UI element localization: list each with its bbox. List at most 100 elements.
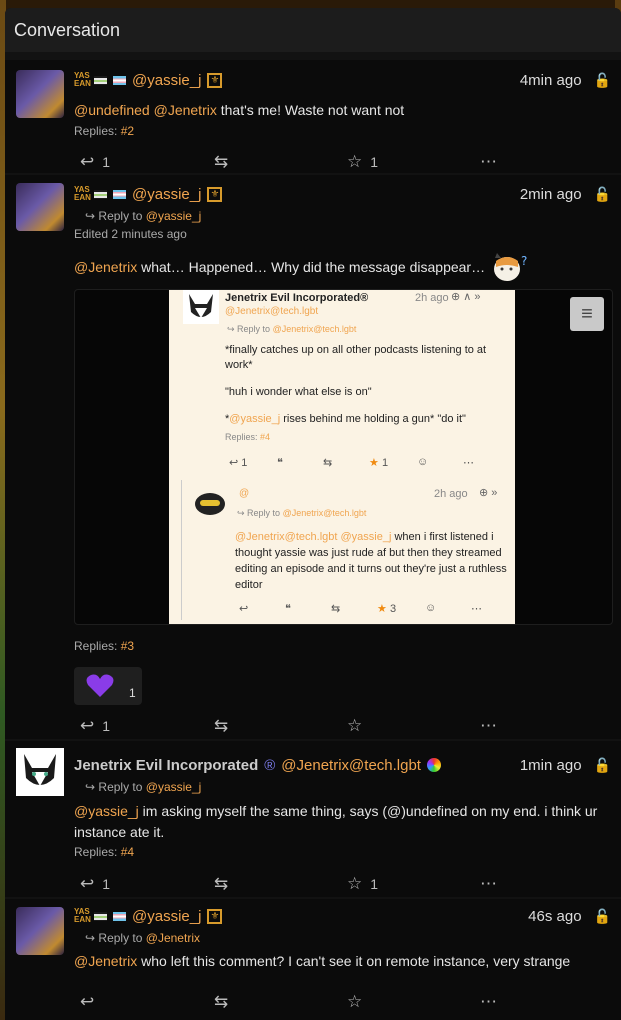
mention-link[interactable]: @Jenetrix	[154, 102, 217, 118]
unlock-icon: 🔓	[593, 907, 611, 924]
more-button[interactable]: ⋯	[480, 152, 497, 172]
boost-button[interactable]: ⇆	[214, 992, 228, 1012]
avatar[interactable]	[16, 748, 64, 796]
retweet-icon: ⇆	[214, 992, 229, 1011]
wolf-avatar-icon	[16, 748, 64, 796]
favorite-button[interactable]: ☆	[347, 992, 362, 1012]
reply-icon: ↩	[80, 874, 95, 893]
avatar[interactable]	[16, 907, 64, 955]
reply-arrow-icon: ↪	[85, 931, 96, 945]
replies-row: Replies: #4	[74, 845, 135, 859]
reply-icon: ↩	[80, 152, 95, 171]
timestamp[interactable]: 46s ago	[528, 908, 581, 925]
author-account[interactable]: @yassie_j	[132, 72, 201, 89]
mention-link[interactable]: @undefined	[74, 102, 150, 118]
reply-to-link[interactable]: @Jenetrix	[146, 931, 200, 945]
retweet-icon: ⇆	[214, 874, 229, 893]
status-post: YAS EAN @yassie_j ⚜ 4min ago 🔓 @undefine…	[5, 60, 621, 173]
more-button[interactable]: ⋯	[480, 874, 497, 894]
rainbow-emoji-icon	[426, 758, 441, 772]
replies-row: Replies: #2	[74, 124, 135, 138]
ellipsis-icon: ⋯	[480, 992, 497, 1011]
author-account[interactable]: @Jenetrix@tech.lgbt	[281, 757, 421, 774]
reply-link[interactable]: #3	[121, 639, 134, 653]
timestamp[interactable]: 2min ago	[520, 186, 582, 203]
attachment-screenshot: Jenetrix Evil Incorporated® @Jenetrix@te…	[169, 290, 515, 624]
unlock-icon: 🔓	[593, 71, 611, 88]
more-button[interactable]: ⋯	[480, 716, 497, 736]
reply-link[interactable]: #4	[121, 845, 134, 859]
author-name[interactable]: Jenetrix Evil Incorporated	[74, 757, 258, 774]
favorite-button[interactable]: ☆ 1	[347, 874, 378, 894]
flag-icon	[94, 75, 107, 85]
emoji-reaction[interactable]: 1	[74, 667, 142, 705]
flag-icon	[94, 189, 107, 199]
ellipsis-icon: ⋯	[480, 152, 497, 171]
reply-button[interactable]: ↩ 1	[80, 874, 110, 894]
retweet-icon: ⇆	[214, 716, 229, 735]
registered-icon: ®	[264, 756, 276, 774]
status-post: YAS EAN @yassie_j ⚜ 46s ago 🔓 ↪ Reply to…	[5, 899, 621, 1020]
flag-icon	[113, 911, 126, 921]
mention-link[interactable]: @Jenetrix	[74, 259, 137, 275]
emoji-icon: ⚜	[207, 72, 223, 88]
reply-arrow-icon: ↪	[85, 209, 96, 223]
replies-row: Replies: #3	[74, 639, 135, 653]
reply-icon: ↩	[80, 992, 95, 1011]
image-attachment[interactable]: Jenetrix Evil Incorporated® @Jenetrix@te…	[74, 289, 613, 625]
retweet-icon: ⇆	[214, 152, 229, 171]
svg-text:?: ?	[521, 254, 527, 268]
badge-icon: YAS EAN	[74, 185, 91, 202]
status-post: YAS EAN @yassie_j ⚜ 2min ago 🔓 ↪ Reply t…	[5, 175, 621, 739]
timestamp[interactable]: 1min ago	[520, 757, 582, 774]
reply-to-link[interactable]: @yassie_j	[146, 780, 202, 794]
panel-title: Conversation	[14, 19, 121, 40]
purple-heart-icon	[86, 674, 114, 697]
reply-to-row: ↪ Reply to @yassie_j	[85, 780, 202, 794]
mention-link[interactable]: @yassie_j	[74, 803, 139, 819]
status-text: @Jenetrix who left this comment? I can't…	[74, 953, 571, 969]
boost-button[interactable]: ⇆	[214, 874, 228, 894]
star-icon: ☆	[347, 716, 363, 735]
conversation-panel: Conversation YAS EAN @yassie_j ⚜ 4min ag…	[5, 8, 621, 1020]
mention-link[interactable]: @Jenetrix	[74, 953, 137, 969]
wolf-avatar-icon	[183, 290, 219, 324]
status-text: @undefined @Jenetrix that's me! Waste no…	[74, 102, 405, 118]
favorite-button[interactable]: ☆	[347, 716, 362, 736]
edited-label[interactable]: Edited 2 minutes ago	[74, 227, 187, 241]
panel-header: Conversation	[5, 8, 621, 52]
author-account[interactable]: @yassie_j	[132, 908, 201, 925]
unlock-icon: 🔓	[593, 756, 611, 773]
reply-button[interactable]: ↩ 1	[80, 152, 110, 172]
star-icon: ☆	[347, 992, 363, 1011]
ellipsis-icon: ⋯	[480, 874, 497, 893]
reply-link[interactable]: #2	[121, 124, 134, 138]
cat-emoji-icon: ?	[494, 253, 527, 281]
favorite-button[interactable]: ☆ 1	[347, 152, 378, 172]
flag-icon	[113, 189, 126, 199]
reply-to-row: ↪ Reply to @Jenetrix	[85, 931, 200, 945]
reply-to-link[interactable]: @yassie_j	[146, 209, 202, 223]
reply-button[interactable]: ↩ 1	[80, 716, 110, 736]
badge-icon: YAS EAN	[74, 907, 91, 924]
flag-icon	[113, 75, 126, 85]
badge-icon: YAS EAN	[74, 71, 91, 88]
flag-icon	[94, 911, 107, 921]
author-account[interactable]: @yassie_j	[132, 186, 201, 203]
ellipsis-icon: ⋯	[480, 716, 497, 735]
emoji-icon: ⚜	[207, 186, 223, 202]
cat-avatar-icon	[195, 493, 225, 515]
reply-to-row: ↪ Reply to @yassie_j	[85, 209, 202, 223]
boost-button[interactable]: ⇆	[214, 716, 228, 736]
avatar[interactable]	[16, 70, 64, 118]
more-button[interactable]: ⋯	[480, 992, 497, 1012]
emoji-icon: ⚜	[207, 908, 223, 924]
avatar[interactable]	[16, 183, 64, 231]
boost-button[interactable]: ⇆	[214, 152, 228, 172]
document-icon[interactable]: ≡	[570, 297, 604, 331]
status-post: Jenetrix Evil Incorporated ® @Jenetrix@t…	[5, 741, 621, 897]
star-icon: ☆	[347, 152, 363, 171]
reply-icon: ↩	[80, 716, 95, 735]
reply-button[interactable]: ↩	[80, 992, 94, 1012]
timestamp[interactable]: 4min ago	[520, 72, 582, 89]
